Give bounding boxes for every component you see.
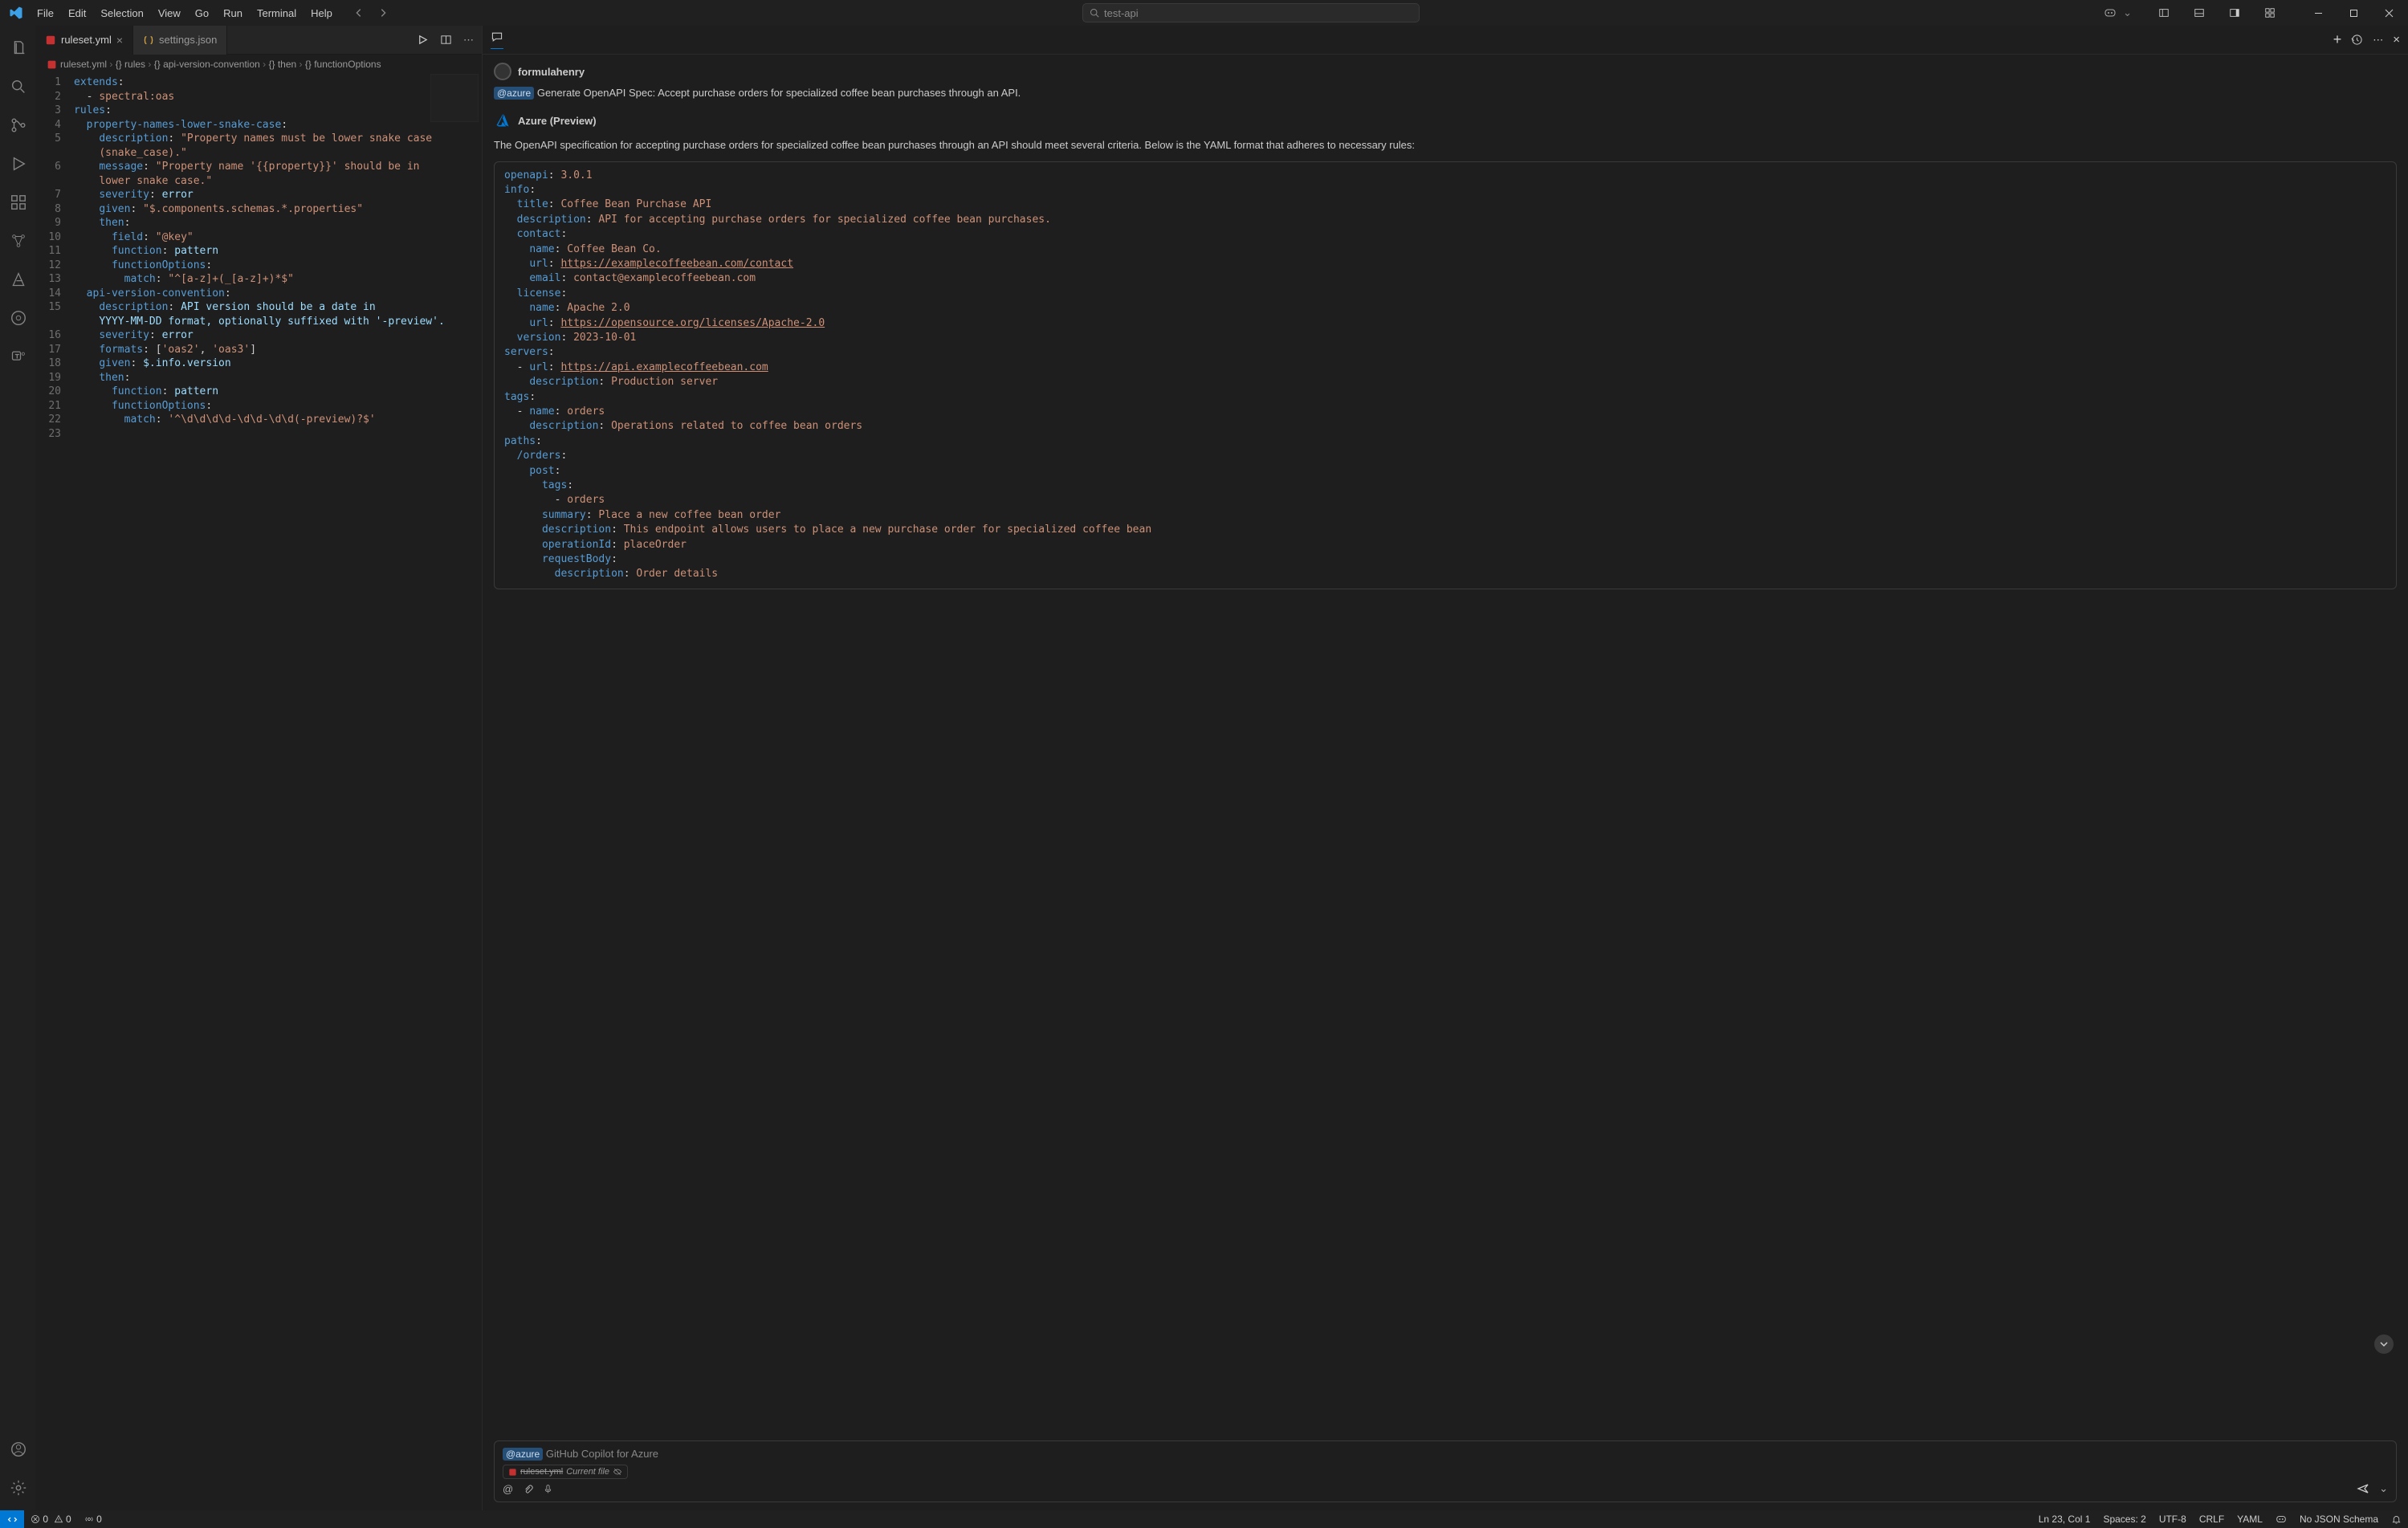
menu-terminal[interactable]: Terminal: [251, 4, 303, 22]
editor-column: ruleset.yml × settings.json ⋯ ruleset.ym…: [35, 26, 483, 1510]
window-minimize-button[interactable]: [2302, 1, 2334, 25]
close-chat-icon[interactable]: ×: [2393, 33, 2400, 47]
more-icon[interactable]: ⋯: [463, 34, 474, 47]
statusbar: 0 0 0 Ln 23, Col 1 Spaces: 2 UTF-8 CRLF …: [0, 1510, 2408, 1528]
kubernetes-icon[interactable]: [0, 300, 35, 336]
chat-agent-name: Azure (Preview): [518, 115, 597, 127]
history-icon[interactable]: [2351, 34, 2363, 46]
run-debug-icon[interactable]: [0, 146, 35, 181]
code-content[interactable]: extends: - spectral:oasrules: property-n…: [74, 74, 482, 1510]
chevron-down-icon[interactable]: ⌄: [2123, 6, 2132, 19]
azure-icon[interactable]: [0, 262, 35, 297]
explorer-icon[interactable]: [0, 31, 35, 66]
chat-input-placeholder: GitHub Copilot for Azure: [546, 1448, 658, 1460]
command-center-search[interactable]: test-api: [1082, 3, 1420, 22]
send-dropdown-icon[interactable]: ⌄: [2379, 1482, 2388, 1495]
chat-mention: @azure: [494, 87, 534, 100]
copilot-status-icon[interactable]: [2269, 1514, 2293, 1525]
graph-icon[interactable]: [0, 223, 35, 259]
tab-close-icon[interactable]: ×: [116, 34, 123, 47]
code-editor[interactable]: 12345 6 789101112131415 1617181920212223…: [35, 74, 482, 1510]
mic-icon[interactable]: [543, 1484, 553, 1494]
chat-username: formulahenry: [518, 66, 585, 78]
chat-response-text: The OpenAPI specification for accepting …: [494, 137, 2397, 153]
status-eol[interactable]: CRLF: [2193, 1514, 2231, 1525]
new-chat-icon[interactable]: +: [2333, 31, 2342, 48]
attach-icon[interactable]: [523, 1484, 533, 1494]
status-ports[interactable]: 0: [78, 1514, 108, 1525]
chat-icon[interactable]: [491, 31, 503, 49]
copilot-icon[interactable]: [2100, 6, 2120, 19]
menu-selection[interactable]: Selection: [94, 4, 149, 22]
tab-label: ruleset.yml: [61, 34, 112, 46]
more-icon[interactable]: ⋯: [2373, 34, 2383, 47]
send-button[interactable]: [2357, 1482, 2369, 1495]
context-filename: ruleset.yml: [520, 1467, 563, 1477]
menu-view[interactable]: View: [152, 4, 187, 22]
remote-button[interactable]: [0, 1510, 24, 1528]
search-sidebar-icon[interactable]: [0, 69, 35, 104]
nav-back-button[interactable]: [350, 4, 368, 22]
menu-file[interactable]: File: [31, 4, 60, 22]
editor-tabs: ruleset.yml × settings.json ⋯: [35, 26, 482, 55]
azure-logo-icon: [494, 112, 511, 129]
user-avatar: [494, 63, 511, 80]
tab-label: settings.json: [159, 34, 217, 46]
minimap[interactable]: [430, 74, 479, 122]
chat-prompt-text: Generate OpenAPI Spec: Accept purchase o…: [537, 87, 1021, 99]
eye-off-icon[interactable]: [613, 1467, 622, 1477]
yaml-file-icon: [47, 59, 57, 70]
source-control-icon[interactable]: [0, 108, 35, 143]
status-problems[interactable]: 0 0: [24, 1514, 78, 1525]
status-position[interactable]: Ln 23, Col 1: [2032, 1514, 2097, 1525]
window-close-button[interactable]: [2373, 1, 2405, 25]
status-schema[interactable]: No JSON Schema: [2293, 1514, 2385, 1525]
chat-input[interactable]: @azure GitHub Copilot for Azure ruleset.…: [494, 1440, 2397, 1502]
main-menu: FileEditSelectionViewGoRunTerminalHelp: [31, 4, 339, 22]
extensions-icon[interactable]: [0, 185, 35, 220]
layout-left-icon[interactable]: [2148, 1, 2180, 25]
menu-go[interactable]: Go: [189, 4, 215, 22]
yaml-file-icon: [45, 35, 56, 46]
line-gutter: 12345 6 789101112131415 1617181920212223: [35, 74, 74, 1510]
menu-run[interactable]: Run: [217, 4, 249, 22]
nav-forward-button[interactable]: [374, 4, 392, 22]
menu-edit[interactable]: Edit: [62, 4, 92, 22]
mention-button[interactable]: @: [503, 1483, 513, 1495]
chat-context-chip[interactable]: ruleset.yml Current file: [503, 1465, 628, 1479]
json-file-icon: [143, 35, 154, 46]
run-code-icon[interactable]: [417, 34, 429, 47]
accounts-icon[interactable]: [0, 1432, 35, 1467]
search-icon: [1090, 8, 1099, 18]
context-label: Current file: [566, 1467, 609, 1477]
status-language[interactable]: YAML: [2231, 1514, 2269, 1525]
tab-ruleset[interactable]: ruleset.yml ×: [35, 26, 133, 55]
vscode-logo-icon: [6, 3, 26, 22]
status-spaces[interactable]: Spaces: 2: [2096, 1514, 2152, 1525]
yaml-file-icon: [508, 1468, 517, 1477]
chat-input-mention: @azure: [503, 1448, 543, 1461]
breadcrumb[interactable]: ruleset.yml › {} rules › {} api-version-…: [35, 55, 482, 74]
chat-panel: + ⋯ × formulahenry @azure Generate OpenA…: [483, 26, 2408, 1510]
chat-code-block[interactable]: openapi: 3.0.1info: title: Coffee Bean P…: [494, 161, 2397, 589]
layout-right-icon[interactable]: [2219, 1, 2251, 25]
tab-settings[interactable]: settings.json: [133, 26, 227, 55]
chat-user-message: @azure Generate OpenAPI Spec: Accept pur…: [494, 87, 2397, 99]
teams-icon[interactable]: [0, 339, 35, 374]
scroll-to-bottom-button[interactable]: [2374, 1334, 2394, 1354]
activity-bar: [0, 26, 35, 1510]
layout-bottom-icon[interactable]: [2183, 1, 2215, 25]
menu-help[interactable]: Help: [304, 4, 339, 22]
window-maximize-button[interactable]: [2337, 1, 2369, 25]
titlebar: FileEditSelectionViewGoRunTerminalHelp t…: [0, 0, 2408, 26]
split-editor-icon[interactable]: [440, 34, 452, 47]
notifications-icon[interactable]: [2385, 1514, 2408, 1525]
status-encoding[interactable]: UTF-8: [2153, 1514, 2193, 1525]
settings-icon[interactable]: [0, 1470, 35, 1506]
layout-grid-icon[interactable]: [2254, 1, 2286, 25]
search-placeholder: test-api: [1104, 7, 1139, 19]
